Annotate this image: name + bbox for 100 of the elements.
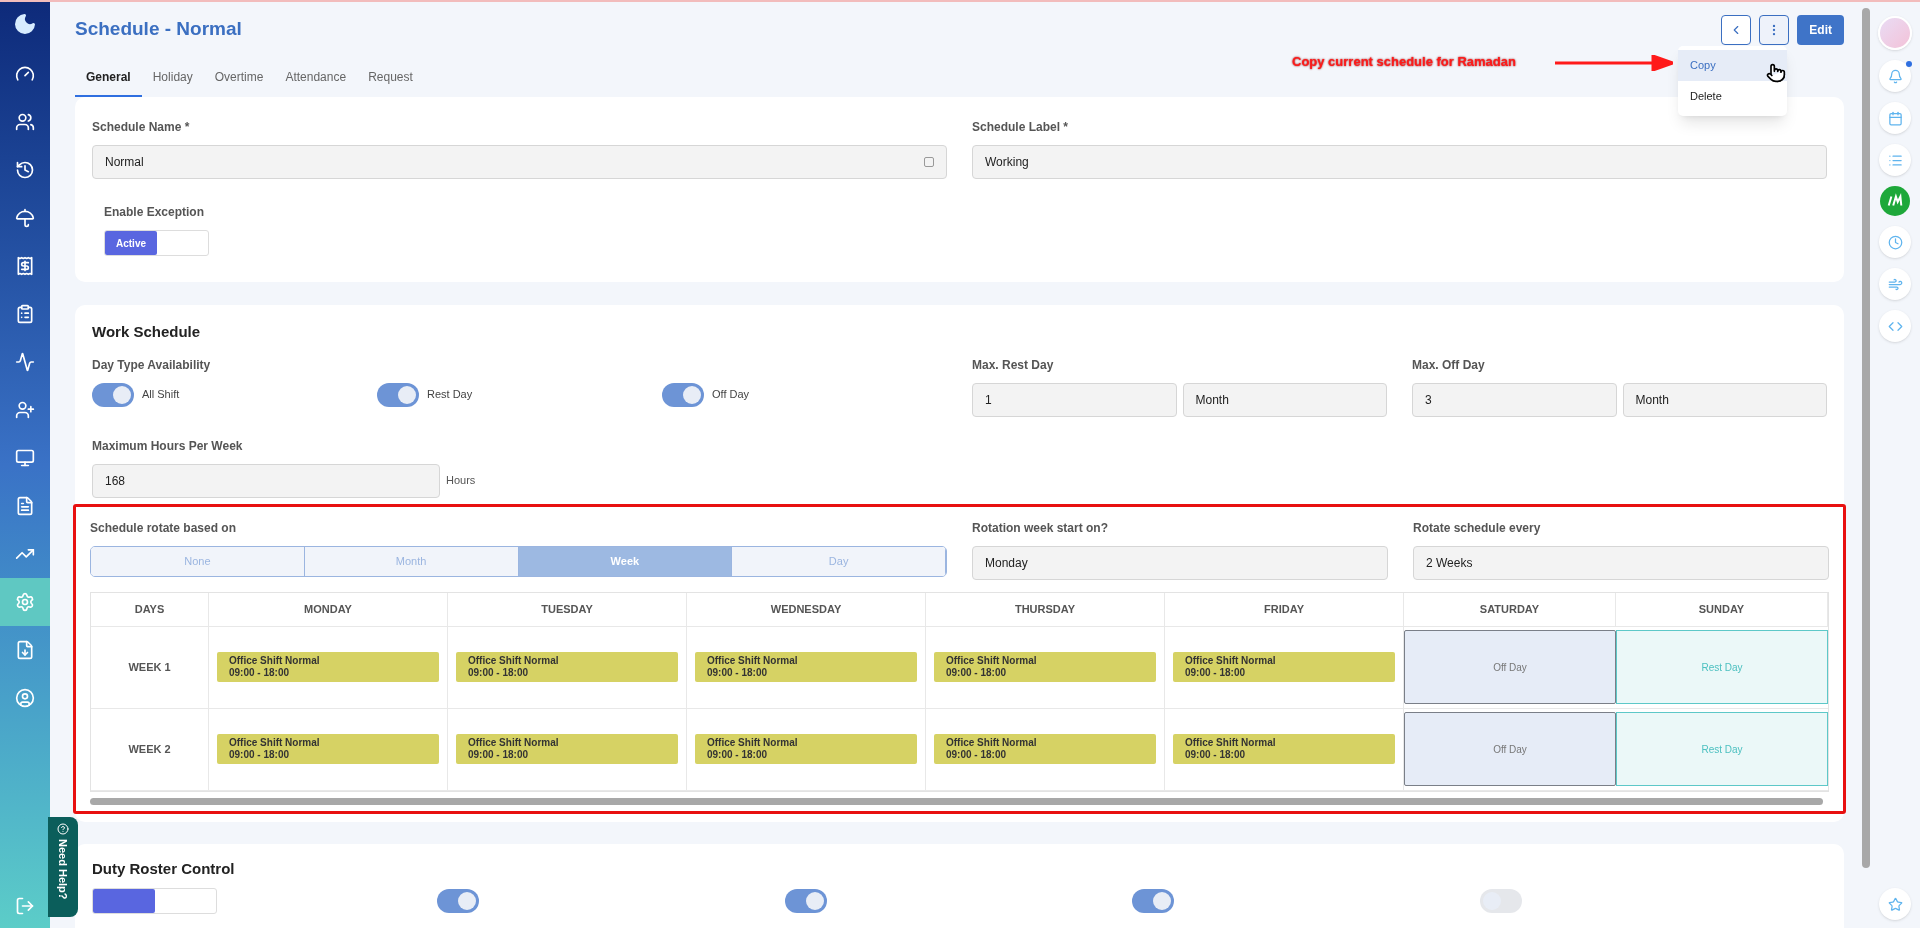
- list-icon: [1887, 152, 1903, 168]
- rail-button[interactable]: [1879, 226, 1911, 258]
- toggle-switch[interactable]: [377, 382, 419, 407]
- shift-block[interactable]: Office Shift Normal 09:00 - 18:00: [695, 734, 917, 764]
- clipboard-icon: [15, 304, 35, 324]
- back-button[interactable]: [1721, 14, 1752, 45]
- field-icon: [924, 157, 934, 167]
- tab[interactable]: Request: [357, 59, 424, 97]
- star-icon: [1887, 896, 1903, 912]
- column-header: WEDNESDAY: [687, 592, 926, 627]
- section-title: Work Schedule: [92, 322, 202, 342]
- field-label: Maximum Hours Per Week: [92, 437, 243, 455]
- vertical-scrollbar[interactable]: [1862, 8, 1870, 868]
- receipt-icon: [15, 256, 35, 276]
- unit-label: Hours: [446, 473, 476, 489]
- document-icon: [15, 496, 35, 516]
- annotation-text: Copy current schedule for Ramadan: [1292, 53, 1516, 71]
- page-title: Schedule - Normal: [75, 17, 242, 42]
- field-label: Schedule rotate based on: [90, 519, 237, 537]
- toggle-label: All Shift: [142, 387, 180, 403]
- field-label: Schedule Label *: [972, 119, 1069, 136]
- monitor-icon: [15, 448, 35, 468]
- help-tab[interactable]: Need Help?: [48, 817, 78, 917]
- shift-block[interactable]: Office Shift Normal 09:00 - 18:00: [934, 734, 1156, 764]
- toggle-switch[interactable]: [1479, 889, 1522, 913]
- exception-switch[interactable]: Active: [104, 230, 209, 256]
- app-logo-icon[interactable]: [1880, 186, 1910, 216]
- input-field[interactable]: Month: [1182, 382, 1387, 417]
- history-icon: [15, 160, 35, 180]
- toggle-switch[interactable]: [662, 382, 704, 407]
- tab[interactable]: Attendance: [274, 59, 358, 97]
- toggle-switch[interactable]: [1132, 889, 1174, 913]
- gauge-icon: [15, 64, 35, 84]
- toggle-switch[interactable]: [784, 889, 827, 913]
- field-label: Rotate schedule every: [1413, 519, 1541, 537]
- shift-block[interactable]: Office Shift Normal 09:00 - 18:00: [934, 652, 1156, 682]
- shift-block[interactable]: Office Shift Normal 09:00 - 18:00: [695, 652, 917, 682]
- toggle-switch[interactable]: [92, 382, 134, 407]
- column-header: FRIDAY: [1165, 592, 1404, 627]
- users-icon: [15, 112, 35, 132]
- field-label: Max. Rest Day: [972, 356, 1054, 374]
- shift-block[interactable]: Office Shift Normal 09:00 - 18:00: [1173, 734, 1395, 764]
- umbrella-icon: [15, 208, 35, 228]
- column-header: TUESDAY: [448, 592, 687, 627]
- tab[interactable]: Overtime: [203, 59, 275, 97]
- off-day-block[interactable]: Off Day: [1404, 712, 1616, 786]
- rail-button[interactable]: [1879, 268, 1911, 300]
- toggle-label: Rest Day: [427, 387, 473, 403]
- settings-icon: [15, 592, 35, 612]
- rail-button[interactable]: [1879, 60, 1911, 92]
- row-header: WEEK 1: [91, 626, 209, 709]
- rail-button[interactable]: [1879, 310, 1911, 342]
- more-button[interactable]: [1759, 14, 1790, 45]
- rail-button[interactable]: [1879, 144, 1911, 176]
- chart-icon: [15, 352, 35, 372]
- field-label: Day Type Availability: [92, 356, 211, 374]
- horizontal-scrollbar[interactable]: [90, 797, 1823, 805]
- column-header: SUNDAY: [1616, 592, 1828, 627]
- shift-block[interactable]: Office Shift Normal 09:00 - 18:00: [456, 734, 678, 764]
- column-header: MONDAY: [209, 592, 448, 627]
- edit-button[interactable]: Edit: [1797, 14, 1844, 45]
- column-header: DAYS: [91, 592, 209, 627]
- input-field[interactable]: 2 Weeks: [1413, 545, 1829, 580]
- shift-block[interactable]: Office Shift Normal 09:00 - 18:00: [456, 652, 678, 682]
- clock-icon: [1887, 234, 1903, 250]
- shift-block[interactable]: Office Shift Normal 09:00 - 18:00: [217, 734, 439, 764]
- off-day-block[interactable]: Off Day: [1404, 630, 1616, 704]
- download-file-icon: [15, 640, 35, 660]
- shift-block[interactable]: Office Shift Normal 09:00 - 18:00: [1173, 652, 1395, 682]
- column-header: SATURDAY: [1404, 592, 1616, 627]
- column-header: THURSDAY: [926, 592, 1165, 627]
- moon-logo-icon: [13, 12, 37, 36]
- exception-switch[interactable]: [92, 888, 217, 914]
- add-user-icon: [15, 400, 35, 420]
- menu-item[interactable]: Copy: [1678, 50, 1787, 81]
- help-icon: [57, 823, 69, 835]
- input-field[interactable]: Normal: [92, 145, 947, 179]
- bell-icon: [1887, 68, 1903, 84]
- logout-icon[interactable]: [15, 896, 35, 916]
- field-label: Rotation week start on?: [972, 519, 1108, 537]
- row-header: WEEK 2: [91, 708, 209, 791]
- shift-block[interactable]: Office Shift Normal 09:00 - 18:00: [217, 652, 439, 682]
- field-label: Schedule Name *: [92, 119, 190, 136]
- input-field[interactable]: 3: [1412, 382, 1617, 417]
- user-circle-icon: [15, 688, 35, 708]
- toggle-label: Off Day: [712, 387, 750, 403]
- input-field[interactable]: Working: [972, 145, 1827, 179]
- input-field[interactable]: 168: [92, 463, 440, 498]
- calendar-icon: [1887, 110, 1903, 126]
- input-field[interactable]: 1: [972, 382, 1177, 417]
- rail-button[interactable]: [1879, 102, 1911, 134]
- tab[interactable]: Holiday: [141, 59, 204, 97]
- toggle-switch[interactable]: [437, 889, 479, 913]
- input-field[interactable]: Monday: [972, 545, 1388, 580]
- rail-button[interactable]: [1879, 888, 1911, 920]
- input-field[interactable]: Month: [1622, 382, 1827, 417]
- field-label: Enable Exception: [104, 204, 205, 221]
- section-title: Duty Roster Control: [92, 858, 236, 879]
- menu-item[interactable]: Delete: [1678, 81, 1787, 112]
- field-label: Max. Off Day: [1412, 356, 1485, 374]
